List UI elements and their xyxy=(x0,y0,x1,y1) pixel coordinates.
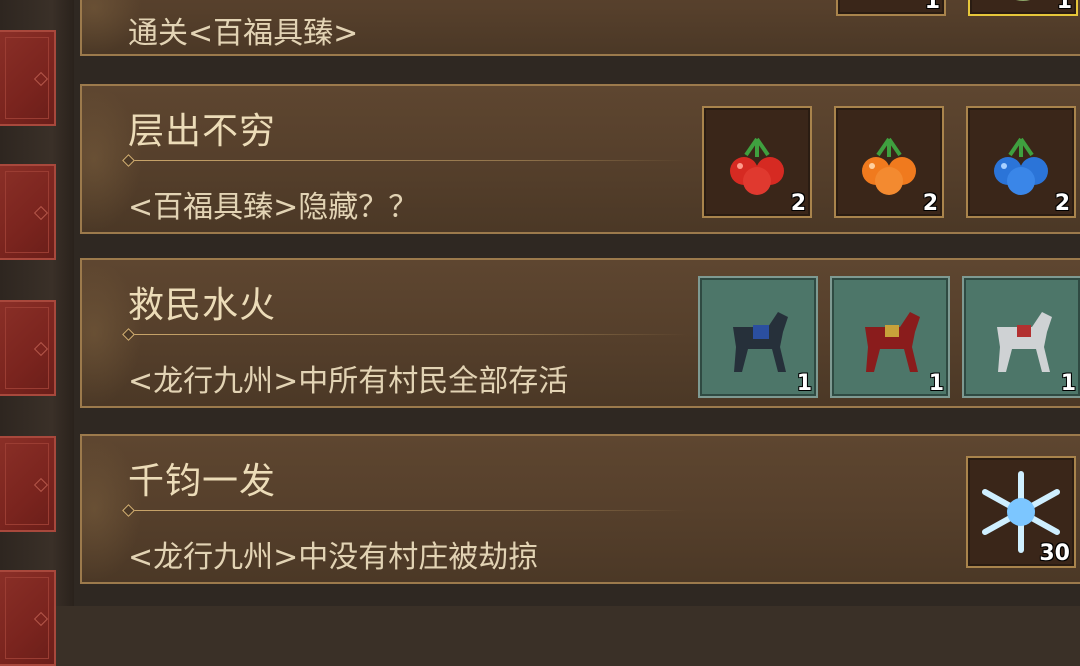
achievement-description: 通关<百福具臻> xyxy=(128,16,359,51)
category-tab[interactable] xyxy=(0,300,56,396)
row-divider xyxy=(128,334,688,335)
achievement-row: 千钧一发 <龙行九州>中没有村庄被劫掠 30 xyxy=(80,434,1080,584)
tab-diamond-icon xyxy=(33,477,49,493)
category-tab[interactable] xyxy=(0,436,56,532)
achievement-title: 救民水火 xyxy=(128,285,277,326)
reward-slot[interactable]: 1 xyxy=(698,276,818,398)
reward-slot[interactable]: 30 xyxy=(966,456,1076,568)
reward-count: 1 xyxy=(924,0,940,14)
category-sidebar xyxy=(0,0,74,666)
divider-diamond-icon xyxy=(122,328,135,341)
achievement-description: <龙行九州>中没有村庄被劫掠 xyxy=(128,540,539,575)
reward-count: 1 xyxy=(796,371,812,396)
reward-slot[interactable]: 1 xyxy=(962,276,1080,398)
tab-diamond-icon xyxy=(33,205,49,221)
achievement-row: 救民水火 <龙行九州>中所有村民全部存活 1 1 1 xyxy=(80,258,1080,408)
reward-slot[interactable]: 2 xyxy=(834,106,944,218)
row-divider xyxy=(128,510,688,511)
reward-count: 2 xyxy=(922,191,938,216)
achievement-title: 千钧一发 xyxy=(128,461,277,502)
reward-slot[interactable]: 1 xyxy=(830,276,950,398)
reward-slot[interactable]: 1 xyxy=(836,0,946,16)
reward-count: 1 xyxy=(1060,371,1076,396)
divider-diamond-icon xyxy=(122,154,135,167)
category-tab[interactable] xyxy=(0,164,56,260)
reward-count: 2 xyxy=(1054,191,1070,216)
tab-diamond-icon xyxy=(33,611,49,627)
achievement-title: 层出不穷 xyxy=(128,111,277,152)
achievement-row: 通关<百福具臻> 1 1 xyxy=(80,0,1080,56)
reward-slot[interactable]: 2 xyxy=(966,106,1076,218)
achievement-description: <百福具臻>隐藏？？ xyxy=(128,190,419,225)
reward-count: 1 xyxy=(1056,0,1072,14)
reward-count: 30 xyxy=(1039,541,1070,566)
reward-count: 2 xyxy=(790,191,806,216)
row-divider xyxy=(128,160,688,161)
category-tab[interactable] xyxy=(0,30,56,126)
achievement-row: 层出不穷 <百福具臻>隐藏？？ 2 2 2 xyxy=(80,84,1080,234)
tab-diamond-icon xyxy=(33,71,49,87)
reward-slot[interactable]: 1 xyxy=(968,0,1078,16)
achievement-description: <龙行九州>中所有村民全部存活 xyxy=(128,364,569,399)
category-tab[interactable] xyxy=(0,570,56,666)
achievement-list[interactable]: 通关<百福具臻> 1 1 层出不穷 <百福具臻>隐藏？？ 2 2 2 救民水火 … xyxy=(74,0,1080,606)
divider-diamond-icon xyxy=(122,504,135,517)
reward-slot[interactable]: 2 xyxy=(702,106,812,218)
tab-diamond-icon xyxy=(33,341,49,357)
reward-count: 1 xyxy=(928,371,944,396)
